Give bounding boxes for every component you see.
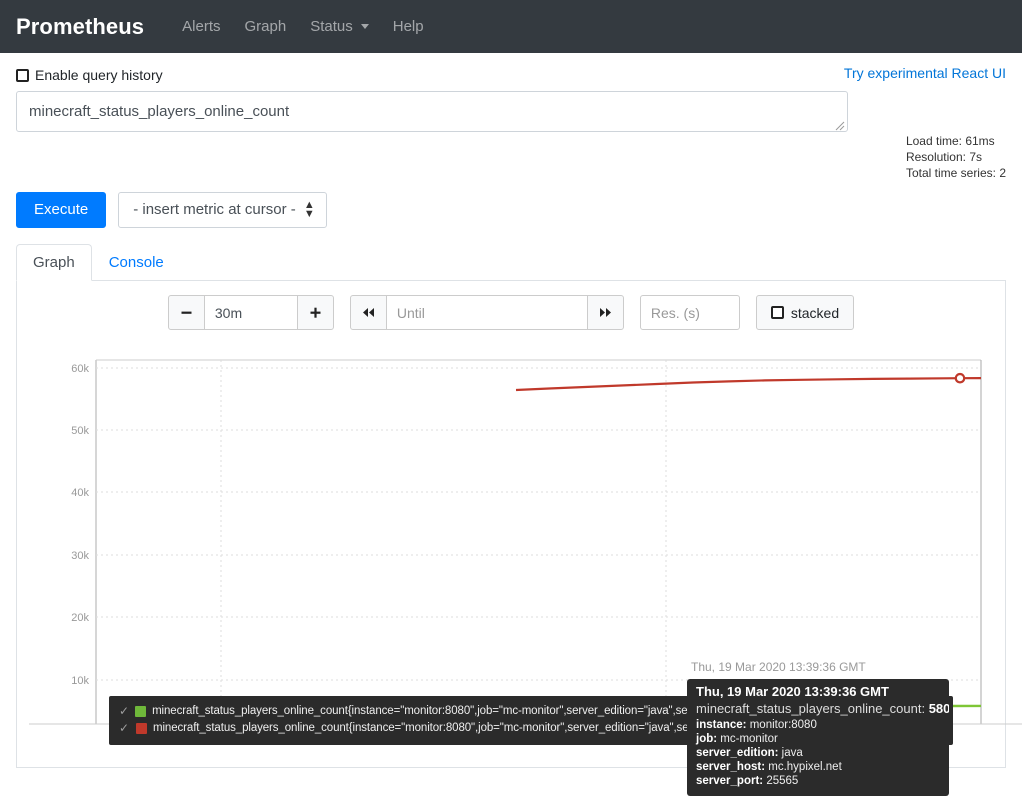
query-history-label: Enable query history <box>35 67 163 83</box>
rewind-icon <box>362 308 374 317</box>
check-icon: ✓ <box>119 721 130 735</box>
query-row: Load time: 61ms Resolution: 7s Total tim… <box>16 91 1006 181</box>
query-input-wrapper <box>16 91 848 135</box>
stacked-checkbox[interactable] <box>770 306 784 319</box>
tooltip-value-prefix: 580 <box>928 701 949 716</box>
tooltip-label-server-port-key: server_port <box>696 775 760 787</box>
page-body: Enable query history Try experimental Re… <box>0 53 1022 796</box>
range-input[interactable] <box>204 295 297 330</box>
nav-item-graph-label: Graph <box>244 18 287 35</box>
step-backward-button[interactable] <box>349 295 387 330</box>
nav-item-graph[interactable]: Graph <box>233 14 299 39</box>
until-input[interactable] <box>386 295 587 330</box>
nav-item-alerts[interactable]: Alerts <box>170 14 232 39</box>
nav-item-alerts-label: Alerts <box>182 18 221 35</box>
tooltip-label-server-host: server_host: mc.hypixel.net <box>696 761 842 773</box>
execute-row: Execute - insert metric at cursor - ▲ ▼ <box>16 192 1006 228</box>
tooltip-label-instance-value: monitor:8080 <box>749 719 817 731</box>
brand-logo[interactable]: Prometheus <box>16 14 144 40</box>
tooltip-label-server-edition: server_edition: java <box>696 747 803 759</box>
tooltip-label-server-edition-key: server_edition <box>696 747 775 759</box>
nav-item-help[interactable]: Help <box>381 14 436 39</box>
tooltip-date: Thu, 19 Mar 2020 13:39:36 GMT <box>696 684 889 699</box>
svg-text:30k: 30k <box>71 550 89 562</box>
resolution-input[interactable] <box>639 295 740 330</box>
plus-icon <box>310 307 321 318</box>
tooltip-metric-line: minecraft_status_players_online_count: 5… <box>696 701 949 716</box>
stacked-toggle[interactable]: stacked <box>755 295 855 330</box>
svg-text:50k: 50k <box>71 425 89 437</box>
step-forward-button[interactable] <box>586 295 624 330</box>
svg-text:20k: 20k <box>71 612 89 624</box>
tab-console[interactable]: Console <box>92 244 181 281</box>
svg-text:60k: 60k <box>71 363 89 375</box>
legend-color-swatch-hypixel <box>136 723 147 734</box>
top-navbar: Prometheus Alerts Graph Status Help <box>0 0 1022 53</box>
select-arrows-icon: ▲ ▼ <box>303 199 315 220</box>
tooltip-label-job: job: mc-monitor <box>696 733 778 745</box>
metric-select[interactable]: - insert metric at cursor - ▲ ▼ <box>118 192 327 228</box>
y-grid-and-ticks: 60k 50k 40k 30k 20k 10k <box>71 363 981 687</box>
increase-range-button[interactable] <box>296 295 334 330</box>
react-ui-link[interactable]: Try experimental React UI <box>844 65 1006 81</box>
hover-time-banner: Thu, 19 Mar 2020 13:39:36 GMT <box>685 659 872 675</box>
stat-resolution: Resolution: 7s <box>905 150 982 164</box>
chart-tooltip: Thu, 19 Mar 2020 13:39:36 GMT minecraft_… <box>687 679 949 796</box>
options-row: Enable query history Try experimental Re… <box>16 65 1006 83</box>
x-grid-and-ticks: 13:15 13:30 <box>220 360 702 728</box>
tooltip-label-server-port-value: 25565 <box>766 775 799 787</box>
decrease-range-button[interactable] <box>167 295 205 330</box>
tab-graph[interactable]: Graph <box>16 244 92 281</box>
svg-text:40k: 40k <box>71 487 89 499</box>
tooltip-label-server-host-key: server_host <box>696 761 762 773</box>
nav-item-status[interactable]: Status <box>298 14 381 39</box>
execute-button[interactable]: Execute <box>16 192 107 228</box>
metric-select-value: - insert metric at cursor - <box>133 201 296 218</box>
chevron-down-icon <box>360 24 369 29</box>
time-series-chart[interactable]: 60k 50k 40k 30k 20k 10k <box>29 346 1022 736</box>
minus-icon <box>181 311 192 314</box>
series-line-hypixel <box>515 377 982 392</box>
time-nav-group <box>349 295 624 330</box>
tooltip-value: 58083 <box>929 701 949 716</box>
query-history-checkbox[interactable] <box>16 68 29 82</box>
tooltip-metric-name: minecraft_status_players_online_count <box>696 701 922 716</box>
query-history-toggle[interactable]: Enable query history <box>16 65 163 83</box>
tooltip-label-server-edition-value: java <box>781 747 803 759</box>
stat-load-time: Load time: 61ms <box>905 134 995 148</box>
tooltip-label-instance-key: instance <box>696 719 743 731</box>
tooltip-label-job-value: mc-monitor <box>720 733 778 745</box>
graph-panel: stacked 60k 50k 40k <box>16 281 1022 796</box>
tooltip-label-server-port: server_port: 25565 <box>696 775 799 787</box>
view-tabs: Graph Console <box>16 244 1006 281</box>
graph-controls: stacked <box>29 295 993 330</box>
query-input[interactable] <box>16 91 848 132</box>
tooltip-label-server-host-value: mc.hypixel.net <box>768 761 842 773</box>
nav-item-status-label: Status <box>310 18 353 35</box>
check-icon: ✓ <box>119 704 130 718</box>
tooltip-label-job-key: job <box>696 733 714 745</box>
legend-color-swatch-cubecraft <box>135 706 147 717</box>
fast-forward-icon <box>599 308 611 317</box>
range-group <box>167 295 334 330</box>
chart-area: 60k 50k 40k 30k 20k 10k Thu, 19 Mar 2020… <box>29 346 1022 796</box>
svg-text:10k: 10k <box>71 675 89 687</box>
stacked-label: stacked <box>790 304 840 321</box>
query-stats: Load time: 61ms Resolution: 7s Total tim… <box>888 91 1006 181</box>
tooltip-label-instance: instance: monitor:8080 <box>696 719 817 731</box>
nav-item-help-label: Help <box>392 18 424 35</box>
hover-data-point <box>954 372 966 384</box>
stat-total-series: Total time series: 2 <box>905 166 1006 180</box>
